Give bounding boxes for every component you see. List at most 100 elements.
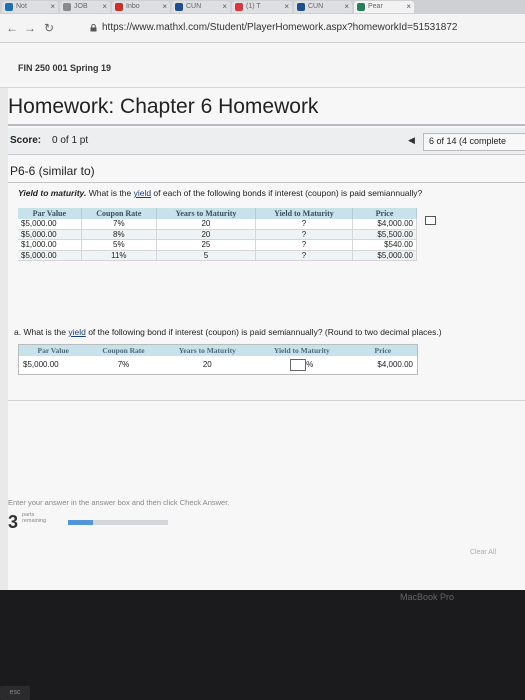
tab-favicon-icon	[115, 3, 123, 11]
part-a-pre: a. What is the	[14, 327, 69, 337]
answer-years: 20	[159, 356, 255, 375]
table-cell: $5,500.00	[352, 229, 417, 240]
tab-label: CUN	[186, 3, 202, 10]
table-cell: 20	[156, 219, 256, 230]
table-row: $5,000.00 7% 20 % $4,000.00	[18, 356, 418, 375]
close-tab-icon[interactable]: ×	[162, 1, 167, 13]
browser-tab[interactable]: (1) T ×	[232, 1, 292, 13]
answer-yield-cell: %	[255, 356, 349, 375]
table-cell: 8%	[81, 229, 157, 240]
bond-table: Par Value Coupon Rate Years to Maturity Yie…	[18, 208, 417, 261]
browser-tab[interactable]: Not ×	[2, 1, 58, 13]
question-lead: Yield to maturity.	[18, 188, 87, 198]
score-row: Score: 0 of 1 pt ◀ 6 of 14 (4 complete	[8, 128, 525, 155]
table-cell: 25	[156, 239, 256, 251]
tab-label: (1) T	[246, 3, 261, 10]
browser-tab[interactable]: JOB ×	[60, 1, 110, 13]
instructions: Enter your answer in the answer box and …	[8, 498, 230, 507]
yield-answer-input[interactable]	[290, 359, 307, 371]
browser-tab-strip: Not × JOB × Inbo × CUN × (1) T × CUN × Pear ×	[0, 0, 525, 14]
tab-label: Inbo	[126, 3, 140, 10]
divider	[8, 124, 525, 126]
column-header: Par Value	[18, 208, 82, 219]
table-cell: ?	[255, 219, 354, 230]
reload-icon[interactable]: ↻	[44, 21, 54, 35]
column-header: Par Value	[18, 344, 88, 356]
address-bar: ← → ↻ https://www.mathxl.com/Student/Pla…	[0, 14, 525, 43]
table-cell: 11%	[81, 250, 157, 261]
browser-tab[interactable]: Inbo ×	[112, 1, 170, 13]
browser-tab[interactable]: CUN ×	[294, 1, 352, 13]
table-cell: $5,000.00	[18, 219, 82, 230]
table-row: $1,000.00 5% 25? $540.00	[18, 239, 417, 251]
table-cell: ?	[255, 250, 354, 261]
table-cell: $5,000.00	[18, 250, 82, 261]
question-pager[interactable]: ◀ 6 of 14 (4 complete	[408, 133, 525, 151]
table-cell: $4,000.00	[352, 219, 417, 230]
pager-text: 6 of 14 (4 complete	[429, 136, 507, 146]
column-header: Years to Maturity	[159, 344, 255, 356]
column-header: Price	[352, 208, 417, 219]
close-tab-icon[interactable]: ×	[284, 1, 289, 13]
course-title: FIN 250 001 Spring 19	[18, 63, 112, 73]
back-icon[interactable]: ←	[6, 21, 18, 35]
tab-favicon-icon	[175, 3, 183, 11]
yield-link-part-a[interactable]: yield	[68, 327, 85, 337]
screen: Not × JOB × Inbo × CUN × (1) T × CUN × Pear × ← → ↻ h…	[0, 0, 525, 590]
answer-table: Par Value Coupon Rate Years to Maturity Yie…	[18, 344, 418, 376]
close-tab-icon[interactable]: ×	[222, 1, 227, 13]
parts-label-2: remaining	[22, 518, 47, 524]
esc-key: esc	[0, 686, 30, 700]
tab-favicon-icon	[235, 3, 243, 11]
homework-content: Homework: Chapter 6 Homework Score: 0 of…	[8, 88, 525, 590]
previous-question-icon[interactable]: ◀	[408, 135, 415, 146]
column-header: Yield to Maturity	[255, 208, 354, 219]
forward-icon[interactable]: →	[24, 21, 36, 35]
column-header: Price	[348, 344, 418, 356]
close-tab-icon[interactable]: ×	[344, 1, 349, 13]
divider	[8, 400, 525, 401]
table-cell: $540.00	[352, 239, 417, 251]
browser-tab[interactable]: CUN ×	[172, 1, 230, 13]
part-a-post: of the following bond if interest (coupo…	[85, 327, 442, 337]
clear-all-button[interactable]: Clear All	[470, 549, 496, 556]
table-cell: $5,000.00	[18, 229, 82, 240]
tab-favicon-icon	[297, 3, 305, 11]
browser-tab[interactable]: Pear ×	[354, 1, 414, 13]
tab-label: JOB	[74, 3, 88, 10]
yield-unit: %	[306, 360, 314, 370]
tab-favicon-icon	[63, 3, 71, 11]
table-row: $5,000.00 11% 5? $5,000.00	[18, 250, 417, 261]
tab-favicon-icon	[5, 3, 13, 11]
table-row: $5,000.00 7% 20? $4,000.00	[18, 219, 417, 230]
question-pre: What is the	[86, 188, 134, 198]
question-post: of each of the following bonds if intere…	[151, 188, 423, 198]
column-header: Yield to Maturity	[255, 344, 349, 356]
table-cell: $1,000.00	[18, 239, 82, 251]
parts-remaining-label: parts remaining	[22, 512, 46, 524]
divider	[8, 182, 525, 183]
yield-link[interactable]: yield	[134, 188, 151, 198]
table-cell: 20	[156, 229, 256, 240]
score-label: Score:	[10, 135, 42, 146]
close-tab-icon[interactable]: ×	[50, 1, 55, 13]
column-header: Coupon Rate	[87, 344, 160, 356]
table-cell: 5	[156, 250, 256, 261]
page-title: Homework: Chapter 6 Homework	[8, 95, 319, 118]
close-tab-icon[interactable]: ×	[102, 1, 107, 13]
url-field[interactable]: https://www.mathxl.com/Student/PlayerHom…	[102, 21, 457, 35]
tab-label: Not	[16, 3, 27, 10]
question-text: Yield to maturity. What is the yield of …	[18, 188, 422, 198]
parts-progress-fill	[68, 520, 93, 525]
parts-progress-bar	[68, 520, 168, 525]
table-cell: ?	[255, 229, 354, 240]
table-row: $5,000.00 8% 20? $5,500.00	[18, 229, 417, 240]
table-cell: $5,000.00	[352, 250, 417, 261]
answer-coupon-rate: 7%	[87, 356, 160, 375]
close-tab-icon[interactable]: ×	[406, 1, 411, 13]
table-cell: ?	[255, 239, 354, 251]
lock-icon	[90, 24, 97, 32]
column-header: Years to Maturity	[156, 208, 256, 219]
laptop-brand-label: MacBook Pro	[400, 592, 455, 602]
copy-table-icon[interactable]	[425, 216, 436, 225]
